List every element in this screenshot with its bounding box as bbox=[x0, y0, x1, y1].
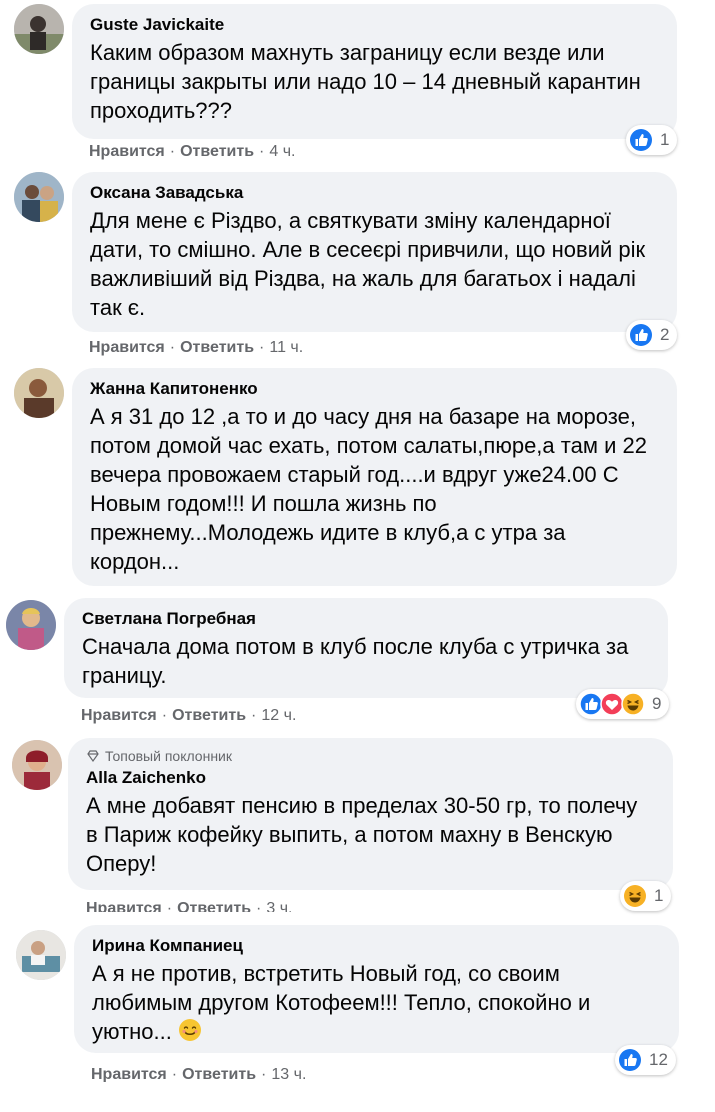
comment-timestamp[interactable]: 11 ч. bbox=[269, 339, 303, 356]
comment-author[interactable]: Guste Javickaite bbox=[90, 14, 659, 36]
comment-text: Сначала дома потом в клуб после клуба с … bbox=[82, 634, 629, 688]
comment-timestamp[interactable]: 4 ч. bbox=[269, 143, 295, 160]
comment-timestamp[interactable]: 13 ч. bbox=[271, 1066, 306, 1082]
comment-bubble: Ирина Компаниец А я не против, встретить… bbox=[74, 925, 679, 1053]
comment-bubble: Оксана Завадська Для мене є Різдво, а св… bbox=[72, 172, 677, 332]
comment-actions: Нравится · Ответить · 3 ч. bbox=[86, 900, 292, 912]
comment-author[interactable]: Оксана Завадська bbox=[90, 182, 659, 204]
comment-text: А мне добавят пенсию в пределах 30-50 гр… bbox=[86, 793, 638, 876]
reply-button[interactable]: Ответить bbox=[177, 900, 251, 912]
comment-actions: Нравится · Ответить · 13 ч. bbox=[91, 1066, 307, 1082]
reactions-summary[interactable]: 2 bbox=[626, 320, 678, 350]
reaction-count: 2 bbox=[660, 325, 670, 344]
comment-author[interactable]: Светлана Погребная bbox=[82, 608, 650, 630]
like-button[interactable]: Нравится bbox=[81, 707, 157, 724]
like-button[interactable]: Нравится bbox=[91, 1066, 167, 1082]
reactions-summary[interactable]: 1 bbox=[626, 125, 678, 155]
comment-author[interactable]: Alla Zaichenko bbox=[86, 767, 655, 789]
avatar[interactable] bbox=[6, 600, 56, 650]
comment-bubble: Светлана Погребная Сначала дома потом в … bbox=[64, 598, 668, 698]
diamond-icon bbox=[86, 749, 100, 763]
badge-label: Топовый поклонник bbox=[105, 748, 232, 764]
reaction-count: 9 bbox=[652, 694, 662, 713]
actions-clip: Нравится · Ответить · 3 ч. bbox=[0, 898, 715, 912]
comment-text: А я 31 до 12 ,а то и до часу дня на база… bbox=[90, 404, 647, 574]
comment-actions: Нравится · Ответить · 4 ч. bbox=[89, 143, 296, 160]
reply-button[interactable]: Ответить bbox=[180, 339, 254, 356]
like-button[interactable]: Нравится bbox=[86, 900, 162, 912]
reactions-summary[interactable]: 9 bbox=[576, 689, 670, 719]
top-fan-badge[interactable]: Топовый поклонник bbox=[86, 748, 655, 764]
comment-author[interactable]: Ирина Компаниец bbox=[92, 935, 661, 957]
reply-button[interactable]: Ответить bbox=[172, 707, 246, 724]
comment-bubble: Топовый поклонник Alla Zaichenko А мне д… bbox=[68, 738, 673, 890]
like-button[interactable]: Нравится bbox=[89, 339, 165, 356]
actions-clip: Нравится · Ответить · 13 ч. bbox=[0, 1064, 715, 1082]
comment-text: Каким образом махнуть заграницу если вез… bbox=[90, 40, 641, 123]
comment-actions: Нравится · Ответить · 11 ч. bbox=[89, 339, 304, 356]
smiling-face-emoji bbox=[178, 1018, 202, 1049]
comment-timestamp[interactable]: 3 ч. bbox=[266, 900, 292, 912]
like-button[interactable]: Нравится bbox=[89, 143, 165, 160]
comment-bubble: Guste Javickaite Каким образом махнуть з… bbox=[72, 4, 677, 139]
avatar[interactable] bbox=[14, 4, 64, 54]
comment-text: Для мене є Різдво, а святкувати зміну ка… bbox=[90, 208, 646, 320]
haha-reaction-icon bbox=[621, 692, 645, 716]
avatar[interactable] bbox=[12, 740, 62, 790]
avatar[interactable] bbox=[16, 930, 66, 980]
like-reaction-icon bbox=[629, 128, 653, 152]
avatar[interactable] bbox=[14, 172, 64, 222]
reply-button[interactable]: Ответить bbox=[182, 1066, 256, 1082]
avatar[interactable] bbox=[14, 368, 64, 418]
like-reaction-icon bbox=[629, 323, 653, 347]
comment-bubble: Жанна Капитоненко А я 31 до 12 ,а то и д… bbox=[72, 368, 677, 586]
comment-text-content: А я не против, встретить Новый год, со с… bbox=[92, 961, 591, 1044]
comment-text: А я не против, встретить Новый год, со с… bbox=[92, 959, 661, 1049]
reply-button[interactable]: Ответить bbox=[180, 143, 254, 160]
comment-actions: Нравится · Ответить · 12 ч. bbox=[81, 707, 297, 724]
reaction-count: 1 bbox=[660, 130, 670, 149]
comment-author[interactable]: Жанна Капитоненко bbox=[90, 378, 659, 400]
comment-timestamp[interactable]: 12 ч. bbox=[261, 707, 296, 724]
